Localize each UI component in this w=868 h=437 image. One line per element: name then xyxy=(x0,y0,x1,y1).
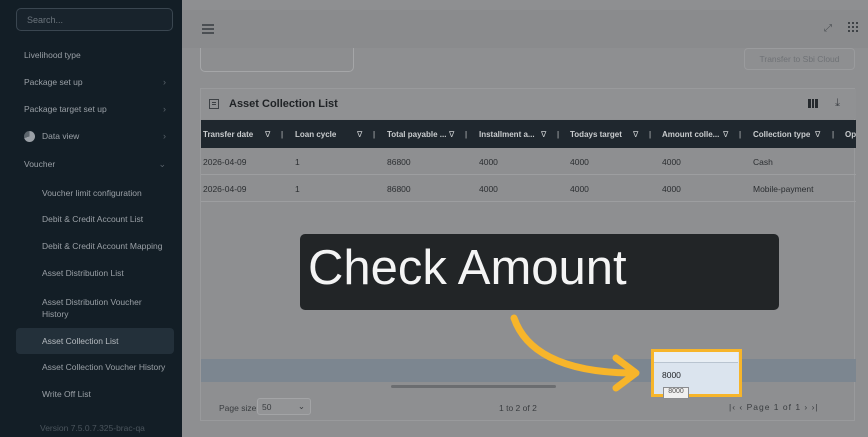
filter-icon[interactable]: ∇ xyxy=(541,130,546,139)
sidebar-item-label: Debit & Credit Account Mapping xyxy=(42,241,163,251)
table-row[interactable]: 2026-04-09 1 86800 4000 4000 4000 Mobile… xyxy=(201,175,856,202)
filter-icon[interactable]: ∇ xyxy=(265,130,270,139)
chevron-right-icon: › xyxy=(163,104,166,114)
sidebar-item-voucher-limit-configuration[interactable]: Voucher limit configuration xyxy=(0,180,182,206)
pagination: Page size 50 ⌄ 1 to 2 of 2 |‹ ‹ Page 1 o… xyxy=(201,392,856,422)
search-input[interactable]: Search... xyxy=(16,8,173,31)
cell-transfer-date: 2026-04-09 xyxy=(203,184,247,194)
page-size-value: 50 xyxy=(262,402,272,412)
table-header: Transfer date ∇ | Loan cycle ∇ | Total p… xyxy=(201,120,856,148)
sidebar-item-label: Asset Distribution Voucher History xyxy=(42,297,142,319)
cell-todays-target: 4000 xyxy=(570,184,589,194)
sidebar-item-label: Package target set up xyxy=(24,104,107,114)
page-size-select[interactable]: 50 ⌄ xyxy=(257,398,311,415)
horizontal-scrollbar[interactable] xyxy=(391,385,556,388)
sidebar-item-asset-distribution-list[interactable]: Asset Distribution List xyxy=(0,260,182,286)
sidebar: Search... Livelihood type Package set up… xyxy=(0,0,182,437)
filter-icon[interactable]: ∇ xyxy=(449,130,454,139)
expand-icon[interactable]: ⤢ xyxy=(824,23,832,34)
sidebar-item-label: Asset Distribution List xyxy=(42,268,124,278)
sidebar-item-label: Asset Collection List xyxy=(42,336,119,346)
sidebar-item-debit-credit-account-mapping[interactable]: Debit & Credit Account Mapping xyxy=(0,233,182,259)
sidebar-item-asset-distribution-voucher-history[interactable]: Asset Distribution Voucher History xyxy=(0,293,150,326)
page-navigation[interactable]: |‹ ‹ Page 1 of 1 › ›| xyxy=(729,402,819,412)
page-size-label: Page size xyxy=(219,403,257,413)
cell-collection-type: Cash xyxy=(753,157,773,167)
cell-installment-amount: 4000 xyxy=(479,157,498,167)
pie-chart-icon xyxy=(24,130,35,142)
column-header-loan-cycle[interactable]: Loan cycle xyxy=(295,130,336,139)
sidebar-item-package-target-set-up[interactable]: Package target set up › xyxy=(0,96,182,122)
sidebar-item-label: Asset Collection Voucher History xyxy=(42,362,166,372)
column-separator: | xyxy=(739,130,742,139)
sidebar-item-asset-collection-list[interactable]: Asset Collection List xyxy=(16,328,174,354)
sidebar-item-package-set-up[interactable]: Package set up › xyxy=(0,69,182,95)
chevron-down-icon: ⌄ xyxy=(158,158,166,169)
download-icon[interactable]: ⤓ xyxy=(835,97,840,110)
cell-installment-amount: 4000 xyxy=(479,184,498,194)
chevron-right-icon: › xyxy=(163,131,166,141)
cell-loan-cycle: 1 xyxy=(295,157,300,167)
sidebar-item-label: Voucher limit configuration xyxy=(42,188,142,198)
cell-transfer-date: 2026-04-09 xyxy=(203,157,247,167)
sidebar-item-data-view[interactable]: Data view › xyxy=(0,123,182,149)
sidebar-item-voucher[interactable]: Voucher ⌄ xyxy=(0,151,182,177)
column-header-amount-collected[interactable]: Amount colle... xyxy=(662,130,719,139)
panel-header: Asset Collection List ⤓ xyxy=(201,89,856,119)
sidebar-item-label: Write Off List xyxy=(42,389,91,399)
callout-label: Check Amount xyxy=(300,234,779,310)
sidebar-item-label: Voucher xyxy=(24,159,56,169)
column-header-collection-type[interactable]: Collection type xyxy=(753,130,810,139)
column-separator: | xyxy=(281,130,284,139)
sidebar-item-label: Debit & Credit Account List xyxy=(42,214,144,224)
column-header-installment-amount[interactable]: Installment a... xyxy=(479,130,535,139)
table-row[interactable]: 2026-04-09 1 86800 4000 4000 4000 Cash xyxy=(201,148,856,175)
column-header-todays-target[interactable]: Todays target xyxy=(570,130,622,139)
column-separator: | xyxy=(373,130,376,139)
sidebar-item-label: Package set up xyxy=(24,77,83,87)
columns-icon[interactable] xyxy=(808,99,819,108)
edit-row-bar xyxy=(201,359,856,382)
filter-icon[interactable]: ∇ xyxy=(357,130,362,139)
sidebar-item-debit-credit-account-list[interactable]: Debit & Credit Account List xyxy=(0,206,182,232)
filter-icon[interactable]: ∇ xyxy=(815,130,820,139)
column-header-transfer-date[interactable]: Transfer date xyxy=(203,130,253,139)
column-separator: | xyxy=(832,130,835,139)
chevron-right-icon: › xyxy=(163,77,166,87)
filter-icon[interactable]: ∇ xyxy=(633,130,638,139)
page-title: Asset Collection List xyxy=(229,98,338,110)
version-label: Version 7.5.0.7.325-brac-qa xyxy=(40,423,145,433)
column-separator: | xyxy=(557,130,560,139)
column-header-total-payable[interactable]: Total payable ... xyxy=(387,130,446,139)
column-separator: | xyxy=(649,130,652,139)
chevron-down-icon: ⌄ xyxy=(297,401,305,411)
cell-total-payable: 86800 xyxy=(387,157,411,167)
hamburger-menu-icon[interactable] xyxy=(202,24,214,36)
column-separator: | xyxy=(465,130,468,139)
cell-collection-type: Mobile-payment xyxy=(753,184,814,194)
amount-input-value: 8000 xyxy=(662,370,681,380)
sidebar-item-livelihood-type[interactable]: Livelihood type xyxy=(0,42,182,68)
filter-icon[interactable]: ∇ xyxy=(723,130,728,139)
cell-amount-collected: 4000 xyxy=(662,184,681,194)
row-range-label: 1 to 2 of 2 xyxy=(499,403,537,413)
top-bar: ⤢ xyxy=(182,10,868,48)
list-icon xyxy=(209,99,219,109)
cell-total-payable: 86800 xyxy=(387,184,411,194)
input-header-strip xyxy=(654,352,738,363)
cell-amount-collected: 4000 xyxy=(662,157,681,167)
column-header-options[interactable]: Op xyxy=(845,130,856,139)
sidebar-item-label: Livelihood type xyxy=(24,50,81,60)
transfer-to-sbi-cloud-button[interactable]: Transfer to Sbi Cloud xyxy=(744,48,855,70)
cell-loan-cycle: 1 xyxy=(295,184,300,194)
sidebar-item-write-off-list[interactable]: Write Off List xyxy=(0,381,182,407)
cell-todays-target: 4000 xyxy=(570,157,589,167)
app-grid-icon[interactable] xyxy=(848,22,858,32)
sidebar-item-asset-collection-voucher-history[interactable]: Asset Collection Voucher History xyxy=(0,354,182,380)
value-tooltip: 8000 xyxy=(663,387,689,399)
sidebar-item-label: Data view xyxy=(42,131,80,141)
filter-card xyxy=(200,48,354,72)
